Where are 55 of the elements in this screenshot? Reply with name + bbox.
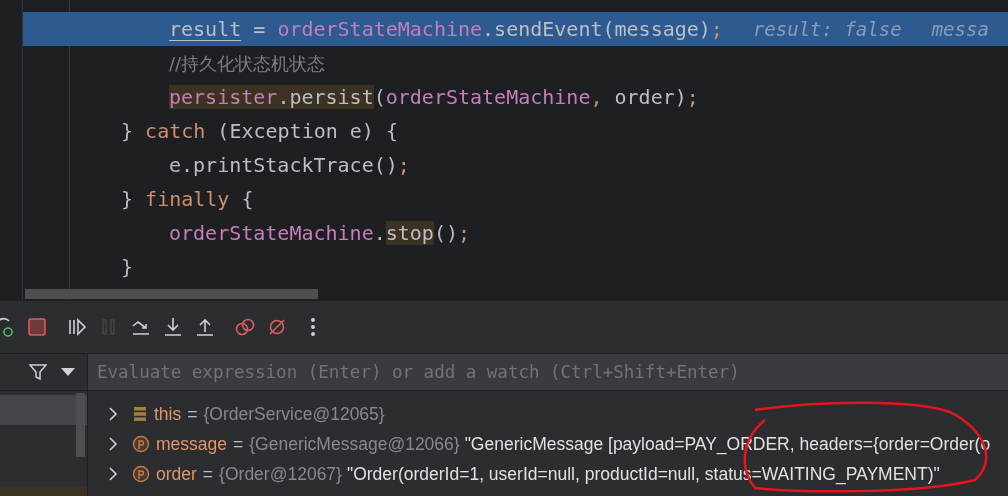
method-name: stop (385, 221, 434, 245)
evaluate-field[interactable]: Evaluate expression (Enter) or add a watch (Ctrl+Shift+Enter) (88, 354, 1008, 391)
code-text: } (121, 187, 135, 211)
keyword: catch (145, 119, 206, 143)
variable-name: message (156, 433, 227, 455)
resume-icon[interactable] (66, 316, 88, 338)
variable-type: {Order@12067} (219, 463, 342, 485)
stacked-bars-icon (132, 406, 148, 422)
code-text: ; (397, 153, 410, 177)
equals-sign: = (202, 463, 214, 485)
code-text: (Exception e) { (216, 119, 398, 143)
field-name: orderStateMachine (169, 221, 374, 245)
code-text: ; (686, 85, 699, 109)
variable-name: order (156, 463, 197, 485)
code-text: ; (458, 221, 471, 245)
code-text: . (373, 221, 386, 245)
expand-chevron-icon[interactable] (108, 407, 118, 421)
code-text: ; (710, 17, 723, 41)
step-into-icon[interactable] (162, 316, 184, 338)
filter-icon[interactable] (29, 363, 47, 381)
field-name: orderStateMachine (277, 17, 483, 41)
variable-type: {OrderService@12065} (203, 403, 385, 425)
equals-sign: = (233, 433, 244, 455)
variable-name: this (154, 403, 182, 425)
scrollbar[interactable] (76, 393, 85, 457)
field-name: orderStateMachine (385, 85, 591, 109)
code-text: () (433, 221, 458, 245)
scrollbar[interactable] (25, 289, 318, 299)
equals-sign: = (187, 403, 198, 425)
code-text: ( (373, 85, 386, 109)
rerun-icon[interactable] (0, 316, 16, 338)
inline-debug-value: messa (931, 18, 989, 40)
code-text: , (590, 85, 603, 109)
method-name: .persist (277, 85, 374, 109)
code-text: order) (613, 85, 687, 109)
keyword: finally (145, 187, 230, 211)
code-text: e.printStackTrace() (169, 153, 398, 177)
expand-chevron-icon[interactable] (108, 437, 118, 451)
parameter-icon (132, 465, 150, 483)
code-text: { (240, 187, 254, 211)
code-text: } (121, 255, 134, 279)
code-text: = (252, 17, 267, 41)
expand-chevron-icon[interactable] (108, 467, 118, 481)
field-name: persister (169, 85, 278, 109)
step-out-icon[interactable] (194, 316, 216, 338)
code-text: .sendEvent(message) (482, 17, 711, 41)
inline-debug-value: result: false (752, 18, 902, 40)
dropdown-icon[interactable] (61, 368, 75, 376)
breakpoints-icon[interactable] (234, 316, 256, 338)
stop-icon[interactable] (26, 316, 48, 338)
code-comment: //持久化状态机状态 (169, 53, 326, 74)
variable-type: {GenericMessage@12066} (249, 433, 460, 455)
parameter-icon (132, 435, 150, 453)
code-text: } (121, 119, 135, 143)
variable-name: result (169, 17, 242, 41)
